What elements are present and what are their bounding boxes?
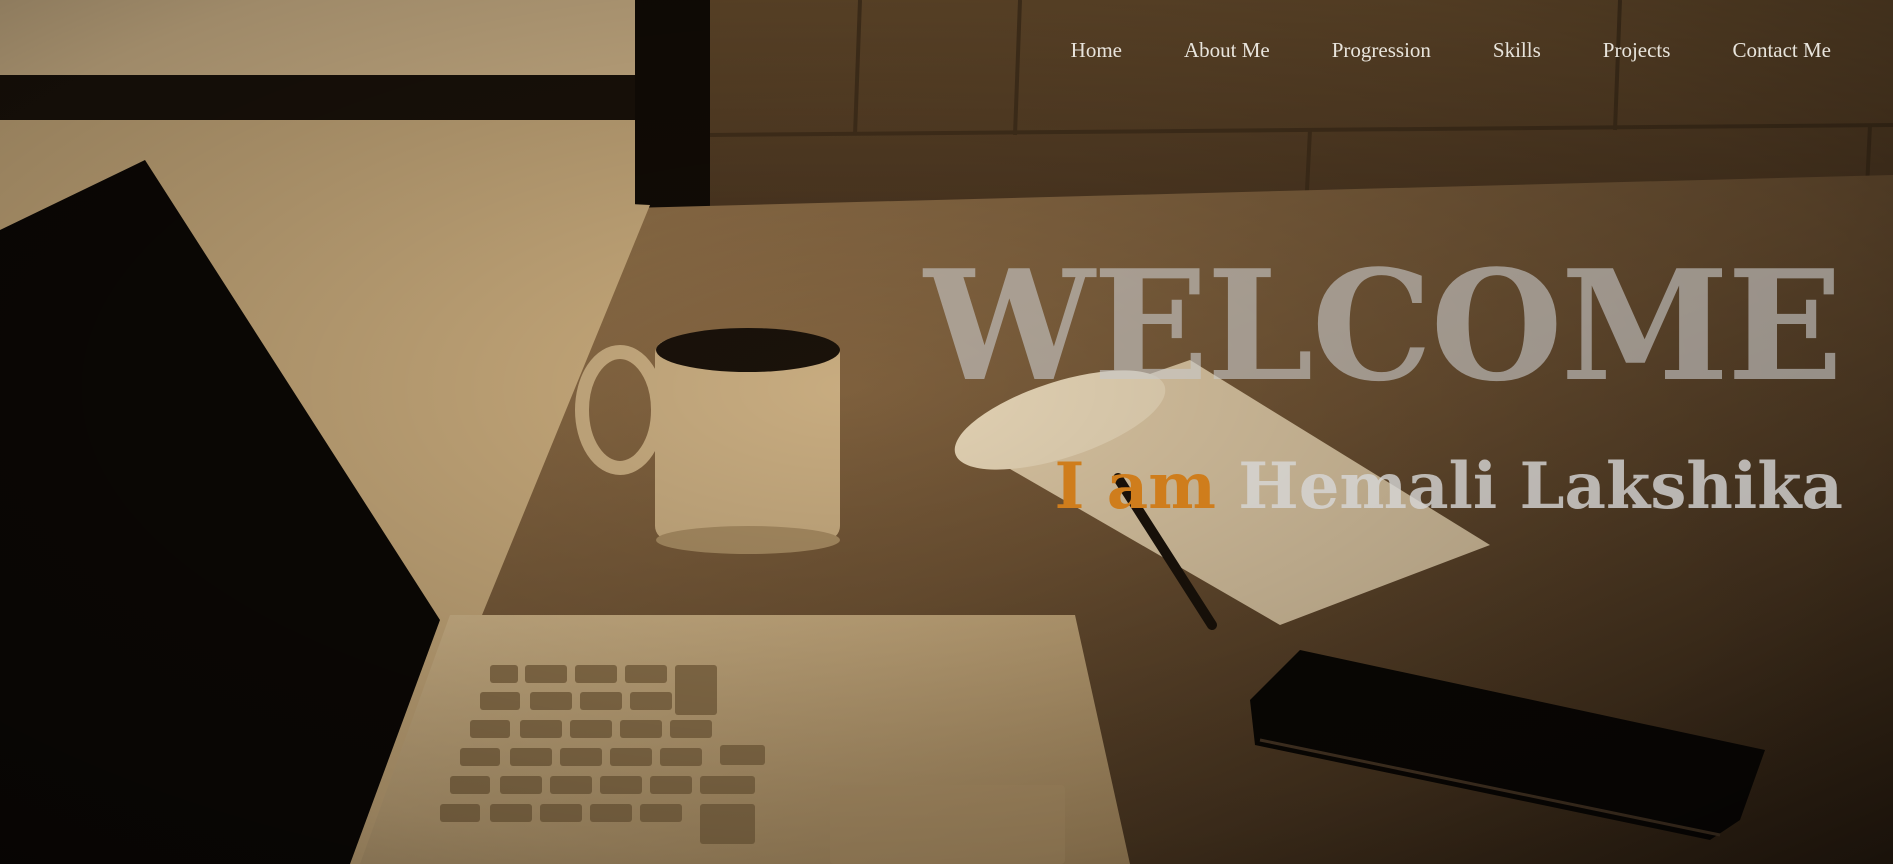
hero-intro-line: I am Hemali Lakshika (1055, 455, 1843, 519)
nav-link-about-me[interactable]: About Me (1184, 38, 1270, 63)
hero-intro-lead: I am (1054, 449, 1216, 524)
nav-link-contact-me[interactable]: Contact Me (1732, 38, 1831, 63)
nav-link-progression[interactable]: Progression (1332, 38, 1431, 63)
main-navigation: Home About Me Progression Skills Project… (1071, 38, 1831, 63)
nav-link-projects[interactable]: Projects (1603, 38, 1671, 63)
hero-intro-name: Hemali Lakshika (1238, 449, 1843, 524)
hero-section: Home About Me Progression Skills Project… (0, 0, 1893, 864)
nav-link-skills[interactable]: Skills (1493, 38, 1541, 63)
hero-welcome-heading: WELCOME (924, 236, 1843, 415)
nav-link-home[interactable]: Home (1071, 38, 1122, 63)
hero-background-photo (0, 0, 1893, 864)
